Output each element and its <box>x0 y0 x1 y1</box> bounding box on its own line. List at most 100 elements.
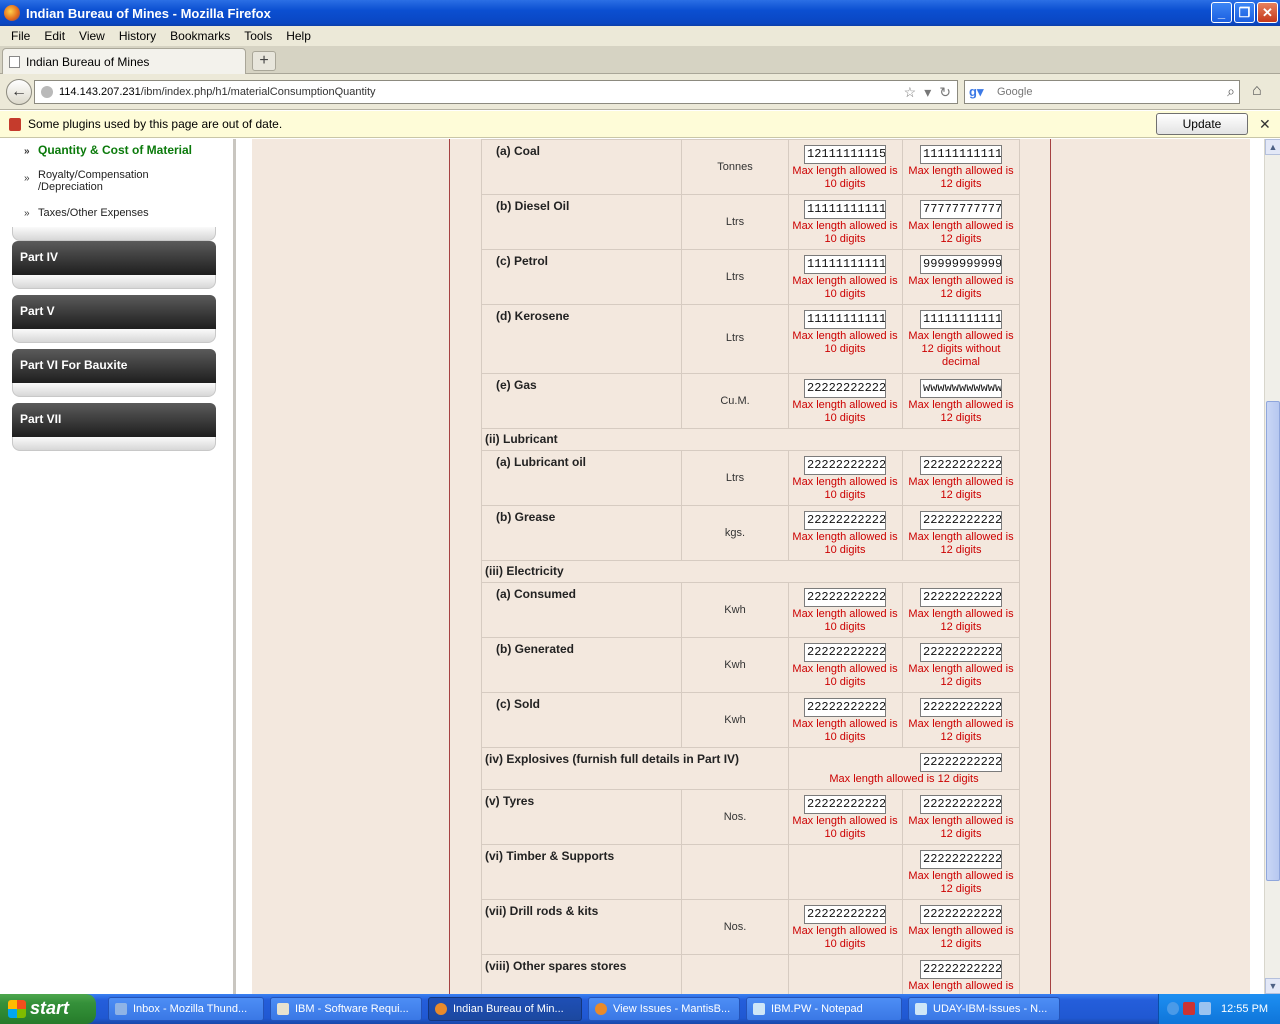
back-button[interactable]: ← <box>6 79 32 105</box>
col-divider <box>1019 450 1020 505</box>
taskbar-item-notepad[interactable]: IBM.PW - Notepad <box>746 997 902 1021</box>
value-input[interactable]: 222222222222 <box>920 795 1002 814</box>
value-input[interactable]: 222222222222 <box>920 456 1002 475</box>
quantity-input[interactable]: 222222222222 <box>804 588 886 607</box>
taskbar-item-view-issues[interactable]: View Issues - MantisB... <box>588 997 740 1021</box>
site-identity-icon[interactable] <box>41 86 53 98</box>
history-dropdown-icon[interactable]: ▾ <box>924 84 931 101</box>
new-tab-button[interactable]: + <box>252 51 276 71</box>
value-error: Max length allowed is 12 digits without … <box>908 330 1014 368</box>
value-input[interactable]: 222222222222 <box>920 960 1002 979</box>
quantity-input[interactable]: 11111111111 <box>804 310 886 329</box>
search-icon[interactable]: ⌕ <box>1227 83 1235 100</box>
nav-part-vii[interactable]: Part VII <box>12 403 216 437</box>
chevron-right-icon: » <box>24 208 30 219</box>
quantity-error: Max length allowed is 10 digits <box>792 476 898 501</box>
value-input[interactable]: 222222222222 <box>920 850 1002 869</box>
taskbar-item-inbox[interactable]: Inbox - Mozilla Thund... <box>108 997 264 1021</box>
value-input[interactable]: 11111111111 <box>920 310 1002 329</box>
nav-part-iv[interactable]: Part IV <box>12 241 216 275</box>
row-divider <box>481 637 1019 638</box>
scrollbar-thumb[interactable] <box>1266 401 1280 881</box>
tab-indian-bureau-of-mines[interactable]: Indian Bureau of Mines <box>2 48 246 74</box>
menu-history[interactable]: History <box>112 29 163 43</box>
nav-part-vi-bauxite[interactable]: Part VI For Bauxite <box>12 349 216 383</box>
value-input[interactable]: 11111111111 <box>920 145 1002 164</box>
reload-icon[interactable]: ↻ <box>939 84 951 101</box>
quantity-error: Max length allowed is 10 digits <box>792 608 898 633</box>
nav-quantity-cost-material[interactable]: » Quantity & Cost of Material <box>24 143 192 157</box>
col-divider <box>481 505 482 560</box>
quantity-input[interactable]: 222222222222 <box>804 456 886 475</box>
quantity-input[interactable]: 222222222222 <box>804 905 886 924</box>
item-label: (a) Coal <box>496 144 541 158</box>
row-divider <box>481 692 1019 693</box>
value-input[interactable]: 222222222222 <box>920 588 1002 607</box>
col-divider <box>481 582 482 637</box>
chevron-left-icon[interactable] <box>1167 1002 1179 1015</box>
home-icon[interactable]: ⌂ <box>1252 82 1262 100</box>
bookmark-star-icon[interactable]: ☆ <box>904 84 917 101</box>
quantity-input[interactable]: 222222222222 <box>804 511 886 530</box>
window-title: Indian Bureau of Mines - Mozilla Firefox <box>26 5 271 21</box>
windows-taskbar: start Inbox - Mozilla Thund... IBM - Sof… <box>0 994 1280 1024</box>
google-engine-icon[interactable]: g▾ <box>969 84 983 100</box>
menu-help[interactable]: Help <box>279 29 318 43</box>
item-label: (b) Grease <box>496 510 556 524</box>
quantity-input[interactable]: 222222222222 <box>804 698 886 717</box>
menu-file[interactable]: File <box>4 29 37 43</box>
col-divider <box>1019 582 1020 637</box>
quantity-input[interactable]: 222222222222 <box>804 795 886 814</box>
value-input[interactable]: 222222222222 <box>920 511 1002 530</box>
network-icon[interactable] <box>1199 1002 1211 1015</box>
value-input[interactable]: 222222222222 <box>920 753 1002 772</box>
start-button[interactable]: start <box>0 994 96 1024</box>
value-input[interactable]: 222222222222 <box>920 698 1002 717</box>
scroll-down-icon[interactable]: ▼ <box>1265 978 1280 994</box>
menu-bookmarks[interactable]: Bookmarks <box>163 29 237 43</box>
maximize-button[interactable]: ❐ <box>1234 2 1255 23</box>
taskbar-item-indian-bureau[interactable]: Indian Bureau of Min... <box>428 997 582 1021</box>
notepad-icon <box>753 1003 765 1015</box>
value-error: Max length allowed is 12 digits <box>908 275 1014 300</box>
section-heading: (iii) Electricity <box>485 564 564 578</box>
nav-royalty-compensation[interactable]: » Royalty/Compensation /Depreciation <box>24 169 174 193</box>
vertical-scrollbar[interactable]: ▲ ▼ <box>1264 139 1280 994</box>
firefox-icon <box>435 1003 447 1015</box>
search-bar[interactable]: g▾ Google ⌕ <box>964 80 1240 104</box>
unit-label: Ltrs <box>725 332 745 344</box>
nav-separator <box>12 227 216 241</box>
nav-part-v[interactable]: Part V <box>12 295 216 329</box>
value-input[interactable]: 222222222222 <box>920 905 1002 924</box>
col-divider <box>481 954 482 994</box>
menu-edit[interactable]: Edit <box>37 29 72 43</box>
close-notification-icon[interactable]: ✕ <box>1259 116 1271 133</box>
update-plugins-button[interactable]: Update Plugins... <box>1156 113 1248 151</box>
value-input[interactable]: 999999999999 <box>920 255 1002 274</box>
clock: 12:55 PM <box>1221 1003 1269 1015</box>
col-divider <box>481 844 482 899</box>
row-divider <box>481 450 1019 451</box>
tray-app-icon[interactable] <box>1183 1002 1195 1015</box>
quantity-input[interactable]: 222222222222 <box>804 643 886 662</box>
quantity-input[interactable]: 11111111111 <box>804 200 886 219</box>
nav-taxes-other-expenses[interactable]: » Taxes/Other Expenses <box>24 207 149 219</box>
minimize-button[interactable]: _ <box>1211 2 1232 23</box>
menu-view[interactable]: View <box>72 29 112 43</box>
menu-tools[interactable]: Tools <box>237 29 279 43</box>
address-bar[interactable]: 114.143.207.231/ibm/index.php/h1/materia… <box>34 80 958 104</box>
quantity-input[interactable]: 222222222221 <box>804 379 886 398</box>
value-input[interactable]: wwwwwwwwwww <box>920 379 1002 398</box>
quantity-input[interactable]: 121111111150 <box>804 145 886 164</box>
quantity-input[interactable]: 11111111111 <box>804 255 886 274</box>
tab-strip: Indian Bureau of Mines + <box>0 46 1280 74</box>
quantity-error: Max length allowed is 10 digits <box>792 399 898 424</box>
col-divider <box>1019 637 1020 692</box>
taskbar-item-ibm-software[interactable]: IBM - Software Requi... <box>270 997 422 1021</box>
close-button[interactable]: ✕ <box>1257 2 1278 23</box>
taskbar-item-uday-issues[interactable]: UDAY-IBM-Issues - N... <box>908 997 1060 1021</box>
value-input[interactable]: 777777777777 <box>920 200 1002 219</box>
value-input[interactable]: 222222222222 <box>920 643 1002 662</box>
col-divider <box>788 844 789 899</box>
scroll-up-icon[interactable]: ▲ <box>1265 139 1280 155</box>
